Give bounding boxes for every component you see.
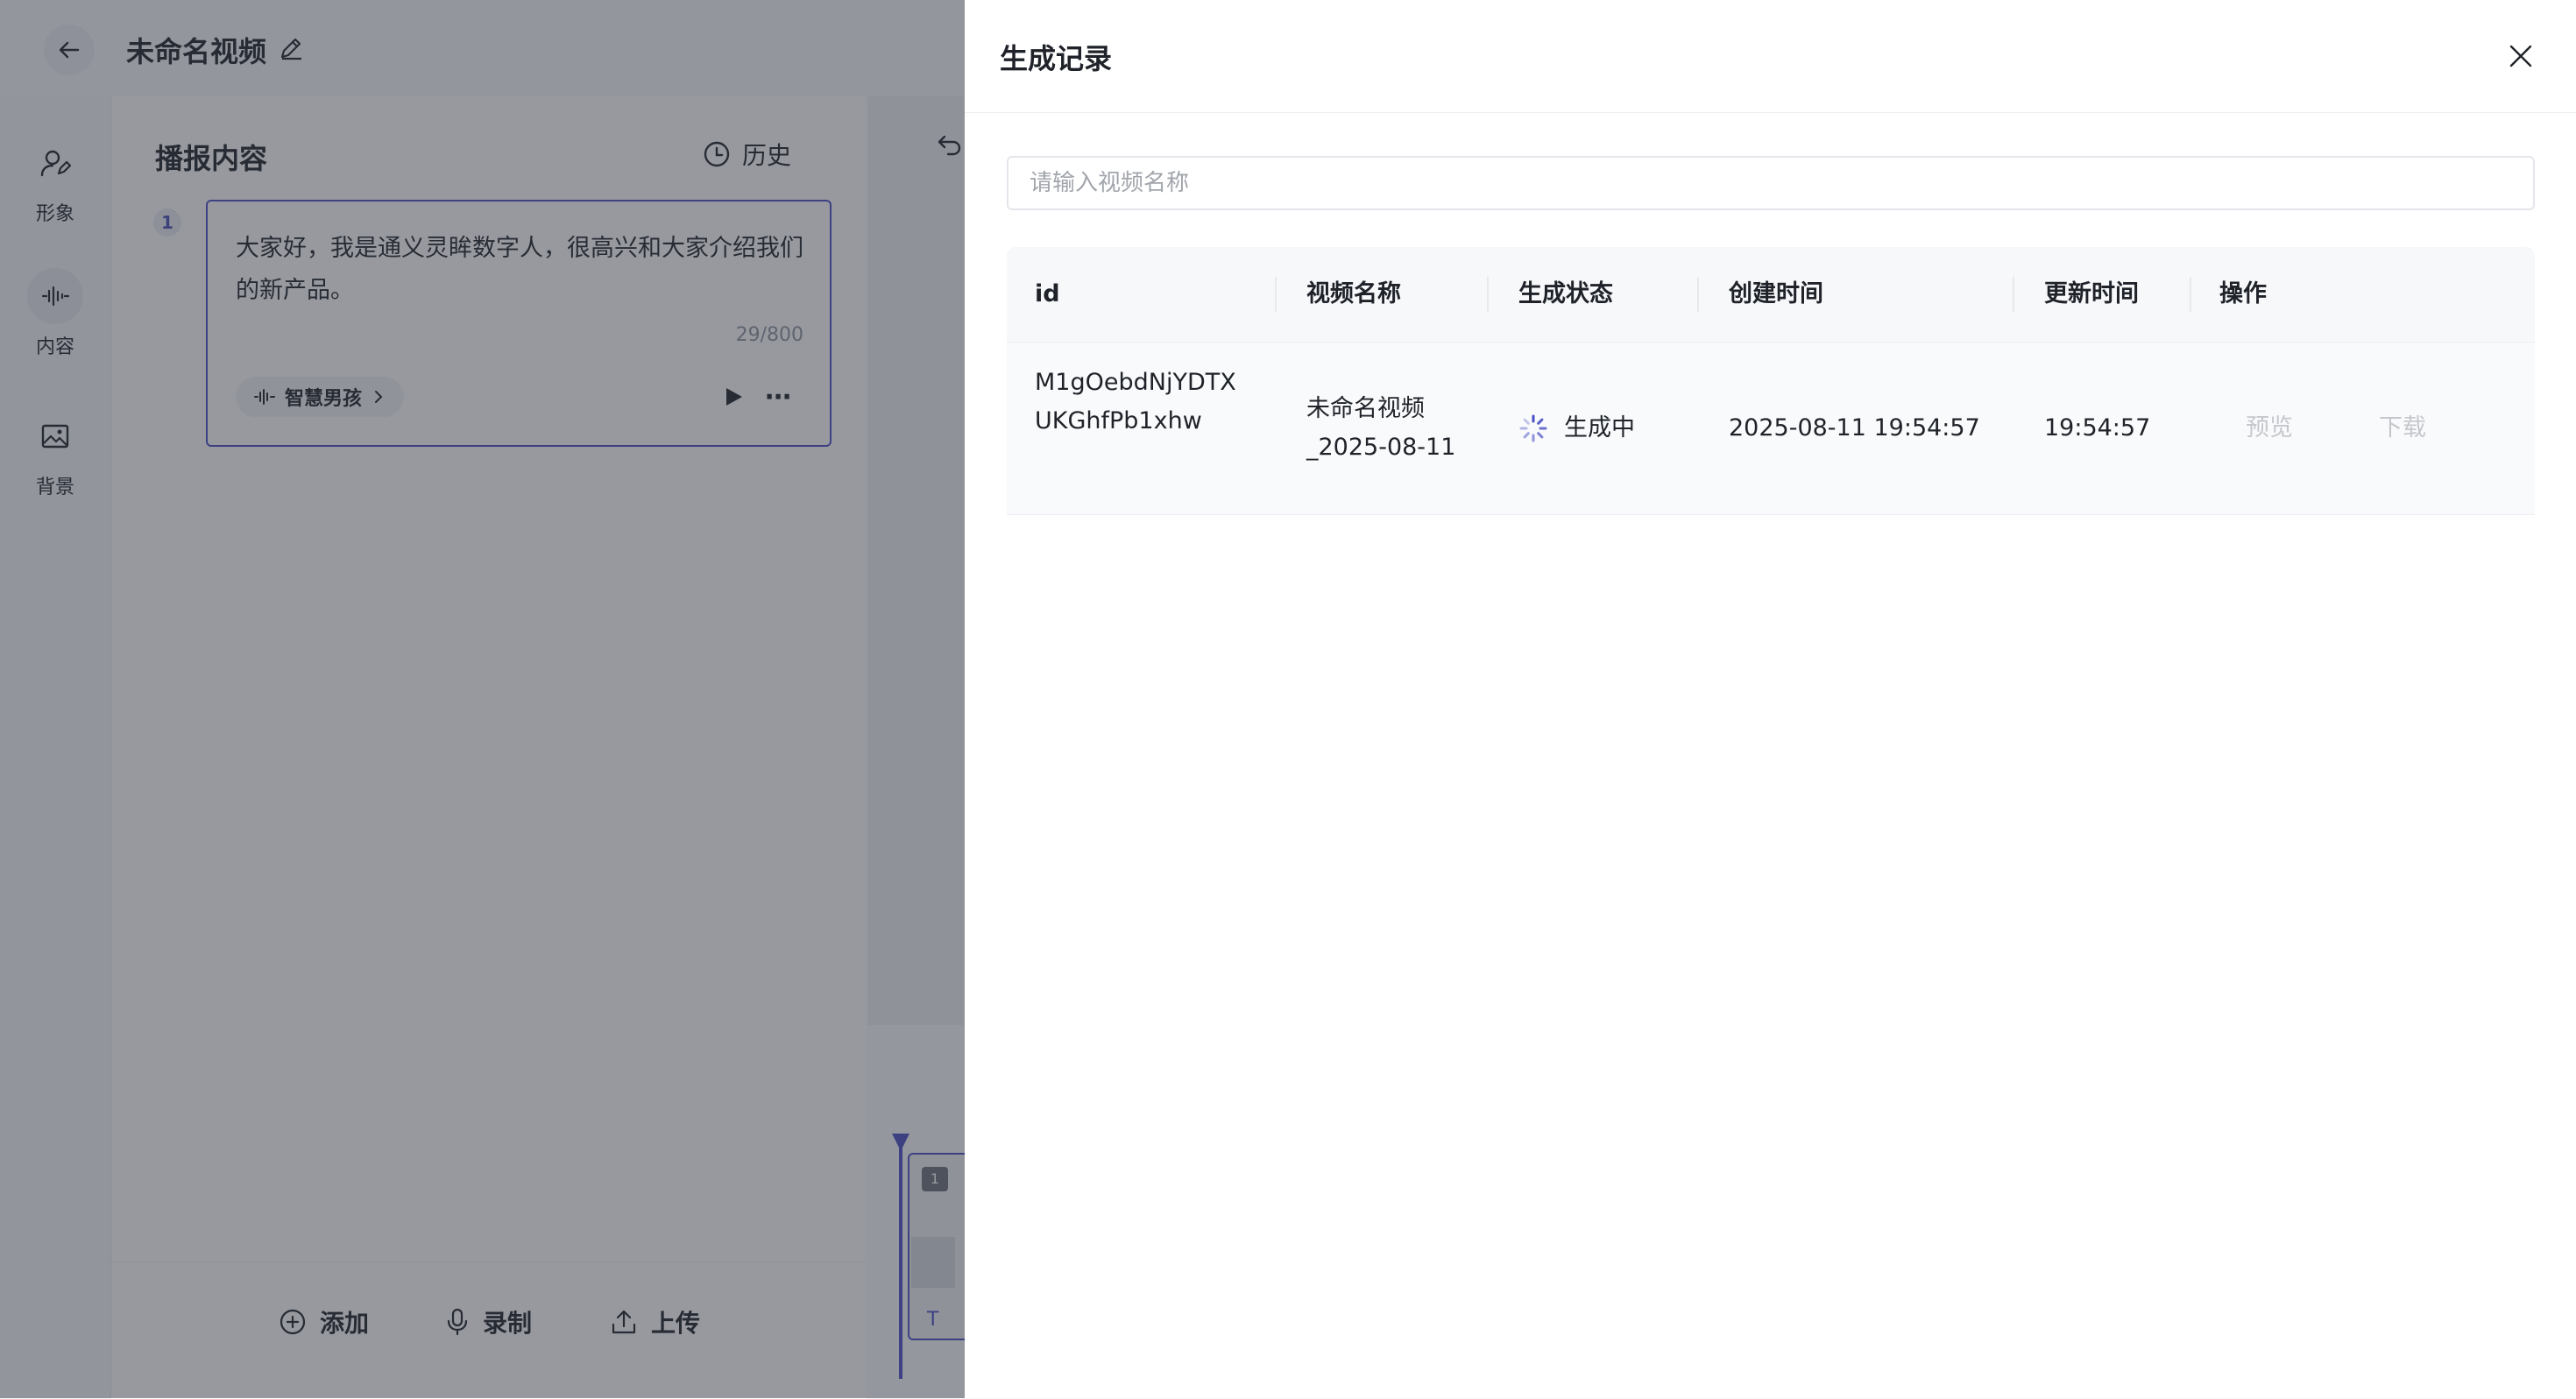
drawer-header: 生成记录 — [965, 0, 2576, 113]
cell-name: 未命名视频_2025-08-11 — [1306, 395, 1456, 461]
column-divider — [2190, 277, 2191, 312]
generation-records-drawer: 生成记录 id 视频名称 生成状态 创建时间 更新时间 操作 M1gOebdNj… — [965, 0, 2576, 1398]
column-divider — [1487, 277, 1489, 312]
cell-updated: 19:54:57 — [2044, 414, 2151, 442]
close-button[interactable] — [2503, 39, 2538, 74]
preview-link[interactable]: 预览 — [2246, 409, 2293, 448]
column-header: 更新时间 — [2044, 280, 2139, 307]
search-input[interactable] — [1007, 156, 2535, 210]
column-header: 生成状态 — [1518, 280, 1613, 307]
cell-id: M1gOebdNjYDTXUKGhfPb1xhw — [1035, 369, 1236, 435]
table-row: M1gOebdNjYDTXUKGhfPb1xhw 未命名视频_2025-08-1… — [1007, 343, 2535, 515]
cell-created: 2025-08-11 19:54:57 — [1729, 414, 1980, 442]
cell-status: 生成中 — [1518, 409, 1635, 448]
download-link[interactable]: 下载 — [2379, 409, 2426, 448]
modal-mask[interactable] — [0, 0, 965, 1398]
column-header: 视频名称 — [1306, 280, 1401, 307]
drawer-title: 生成记录 — [1000, 42, 1113, 75]
column-divider — [1275, 277, 1277, 312]
loading-spinner-icon — [1519, 414, 1547, 442]
column-divider — [1697, 277, 1699, 312]
column-header: id — [1035, 280, 1060, 307]
status-text: 生成中 — [1564, 414, 1635, 442]
records-table: id 视频名称 生成状态 创建时间 更新时间 操作 M1gOebdNjYDTXU… — [1007, 247, 2535, 515]
close-icon — [2509, 45, 2532, 67]
column-header: 创建时间 — [1729, 280, 1823, 307]
table-header: id 视频名称 生成状态 创建时间 更新时间 操作 — [1007, 247, 2535, 343]
column-header: 操作 — [2219, 280, 2267, 307]
column-divider — [2013, 277, 2014, 312]
